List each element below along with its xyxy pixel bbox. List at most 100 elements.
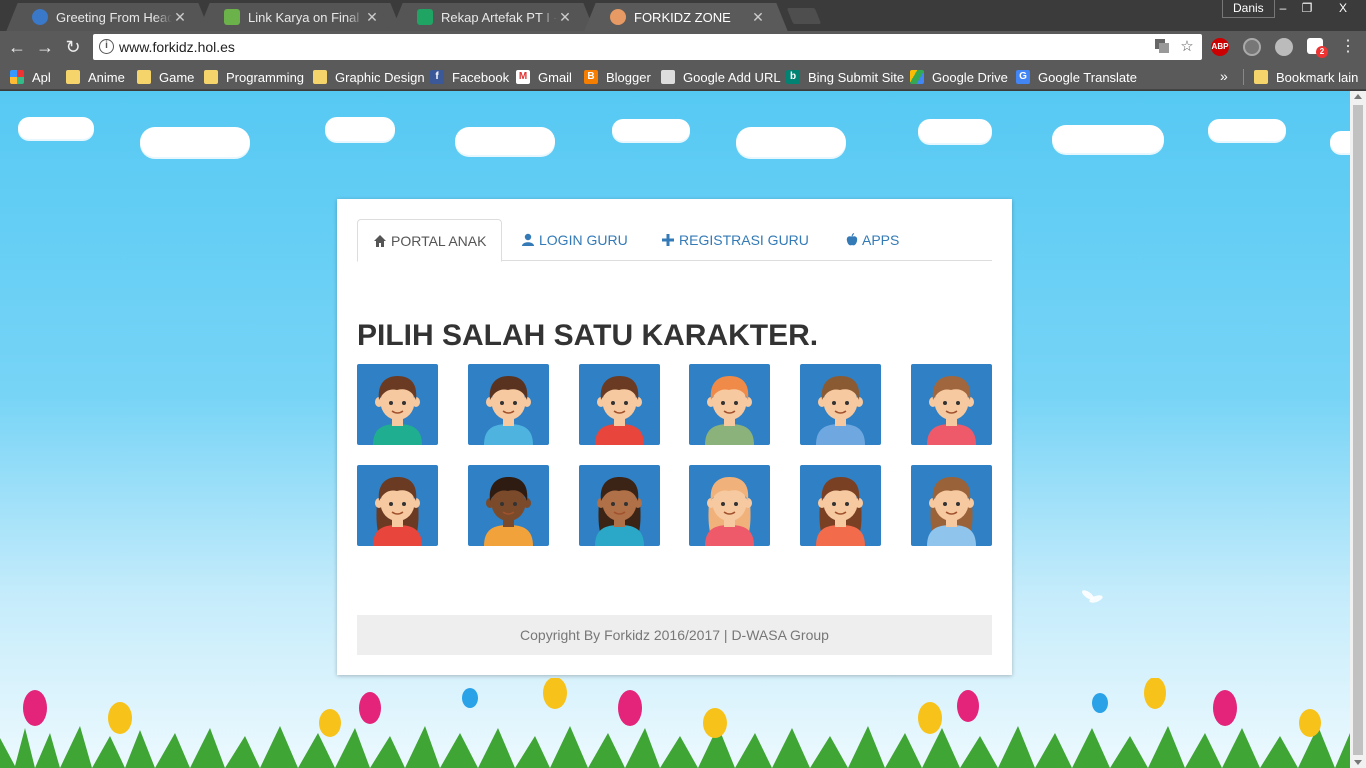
user-icon — [522, 233, 534, 246]
browser-tab-1[interactable]: Greeting From Head of P ✕ — [18, 3, 198, 31]
tab-title: Link Karya on Final Yosh — [248, 9, 364, 25]
folder-icon — [66, 70, 80, 84]
cloud-decoration — [455, 127, 555, 155]
character-2-button[interactable] — [468, 364, 549, 445]
close-window-button[interactable]: X — [1322, 0, 1364, 18]
cloud-decoration — [140, 127, 250, 157]
character-6-button[interactable] — [911, 364, 992, 445]
browser-toolbar: ← → ↻ i www.forkidz.hol.es ☆ ABP 2 ⋮ — [0, 31, 1366, 63]
bookmark-gmail[interactable]: M Gmail — [516, 68, 572, 86]
bookmark-apps[interactable]: Apl — [10, 68, 51, 86]
close-tab-icon[interactable]: ✕ — [557, 9, 573, 26]
bookmark-anime[interactable]: Anime — [66, 68, 125, 86]
google-add-url-icon — [661, 70, 675, 84]
bing-icon: b — [786, 70, 800, 84]
tab-label: PORTAL ANAK — [391, 232, 487, 249]
close-tab-icon[interactable]: ✕ — [172, 9, 188, 26]
bookmark-label: Blogger — [606, 69, 651, 85]
forward-icon[interactable]: → — [34, 36, 56, 58]
folder-icon — [1254, 70, 1268, 84]
character-1-button[interactable] — [357, 364, 438, 445]
chrome-menu-icon[interactable]: ⋮ — [1340, 37, 1356, 57]
scrollbar-thumb[interactable] — [1353, 105, 1363, 755]
bookmark-programming[interactable]: Programming — [204, 68, 304, 86]
tab-title: Greeting From Head of P — [56, 9, 172, 25]
tab-login-guru[interactable]: LOGIN GURU — [506, 219, 643, 261]
tab-label: APPS — [862, 232, 900, 248]
character-9-button[interactable] — [579, 465, 660, 546]
page-scrollbar[interactable] — [1350, 91, 1366, 768]
bookmark-label: Google Drive — [932, 69, 1008, 85]
folder-icon — [204, 70, 218, 84]
minimize-button[interactable]: – — [1270, 0, 1296, 18]
character-avatar-icon — [373, 477, 422, 546]
bookmark-game[interactable]: Game — [137, 68, 194, 86]
bookmark-label: Game — [159, 69, 195, 85]
apple-icon — [846, 233, 858, 246]
tab-label: REGISTRASI GURU — [679, 232, 809, 248]
character-10-button[interactable] — [689, 465, 770, 546]
bookmark-label: Bing Submit Site — [808, 69, 905, 85]
reload-icon[interactable]: ↻ — [62, 36, 84, 58]
character-avatar-icon — [816, 376, 865, 445]
character-7-button[interactable] — [357, 465, 438, 546]
bookmark-label: Graphic Design — [335, 69, 425, 85]
character-avatar-icon — [705, 376, 754, 445]
character-12-button[interactable] — [911, 465, 992, 546]
cloud-extension-icon[interactable] — [1275, 38, 1293, 56]
bookmarks-separator — [1243, 69, 1244, 85]
bookmark-other[interactable]: Bookmark lain — [1254, 68, 1358, 86]
bookmark-star-icon[interactable]: ☆ — [1178, 38, 1196, 56]
browser-tab-4-active[interactable]: FORKIDZ ZONE ✕ — [596, 3, 776, 31]
browser-tab-2[interactable]: Link Karya on Final Yosh ✕ — [210, 3, 390, 31]
bookmark-google-drive[interactable]: Google Drive — [910, 68, 1008, 86]
bookmark-google-add-url[interactable]: Google Add URL — [661, 68, 781, 86]
browser-tab-strip: Greeting From Head of P ✕ Link Karya on … — [0, 0, 1366, 31]
url-text[interactable]: www.forkidz.hol.es — [119, 39, 235, 55]
translate-page-icon[interactable] — [1153, 38, 1171, 56]
close-tab-icon[interactable]: ✕ — [750, 9, 766, 26]
back-icon[interactable]: ← — [6, 36, 28, 58]
bookmark-google-translate[interactable]: G Google Translate — [1016, 68, 1137, 86]
globe-icon — [32, 9, 48, 25]
address-bar[interactable]: i www.forkidz.hol.es ☆ — [93, 34, 1202, 60]
character-11-button[interactable] — [800, 465, 881, 546]
home-icon — [374, 234, 386, 247]
character-avatar-icon — [705, 477, 754, 546]
character-3-button[interactable] — [579, 364, 660, 445]
cloud-decoration — [1052, 125, 1164, 153]
folder-icon — [313, 70, 327, 84]
tab-portal-anak[interactable]: PORTAL ANAK — [357, 219, 503, 262]
bookmark-facebook[interactable]: f Facebook — [430, 68, 509, 86]
character-8-button[interactable] — [468, 465, 549, 546]
bookmark-bing[interactable]: b Bing Submit Site — [786, 68, 904, 86]
camera-extension-icon[interactable]: 2 — [1307, 38, 1328, 58]
character-avatar-icon — [373, 376, 422, 445]
bookmark-label: Apl — [32, 69, 51, 85]
bookmark-label: Anime — [88, 69, 125, 85]
more-bookmarks-chevron[interactable]: » — [1220, 68, 1228, 84]
bookmark-label: Google Translate — [1038, 69, 1138, 85]
globe-extension-icon[interactable] — [1243, 38, 1261, 56]
new-tab-button[interactable] — [786, 8, 822, 24]
adblock-plus-icon[interactable]: ABP — [1211, 38, 1229, 56]
close-tab-icon[interactable]: ✕ — [364, 9, 380, 26]
scroll-up-arrow[interactable] — [1354, 94, 1362, 99]
tab-apps[interactable]: APPS — [831, 219, 914, 261]
nav-tabs: PORTAL ANAK LOGIN GURU REGISTRASI GURU A… — [357, 219, 992, 262]
bookmarks-bar: Apl Anime Game Programming Graphic Desig… — [0, 63, 1366, 90]
tab-registrasi-guru[interactable]: REGISTRASI GURU — [646, 219, 824, 261]
browser-tab-3[interactable]: Rekap Artefak PT I - Goo ✕ — [403, 3, 583, 31]
site-info-icon[interactable]: i — [99, 39, 114, 54]
character-avatar-icon — [927, 376, 976, 445]
restore-button[interactable]: ❐ — [1294, 0, 1320, 18]
extension-badge: 2 — [1316, 46, 1328, 58]
bookmark-label: Gmail — [538, 69, 572, 85]
bookmark-blogger[interactable]: B Blogger — [584, 68, 651, 86]
bookmark-graphic-design[interactable]: Graphic Design — [313, 68, 425, 86]
scroll-down-arrow[interactable] — [1354, 760, 1362, 765]
profile-button[interactable]: Danis — [1222, 0, 1275, 18]
blogger-icon: B — [584, 70, 598, 84]
character-4-button[interactable] — [689, 364, 770, 445]
character-5-button[interactable] — [800, 364, 881, 445]
